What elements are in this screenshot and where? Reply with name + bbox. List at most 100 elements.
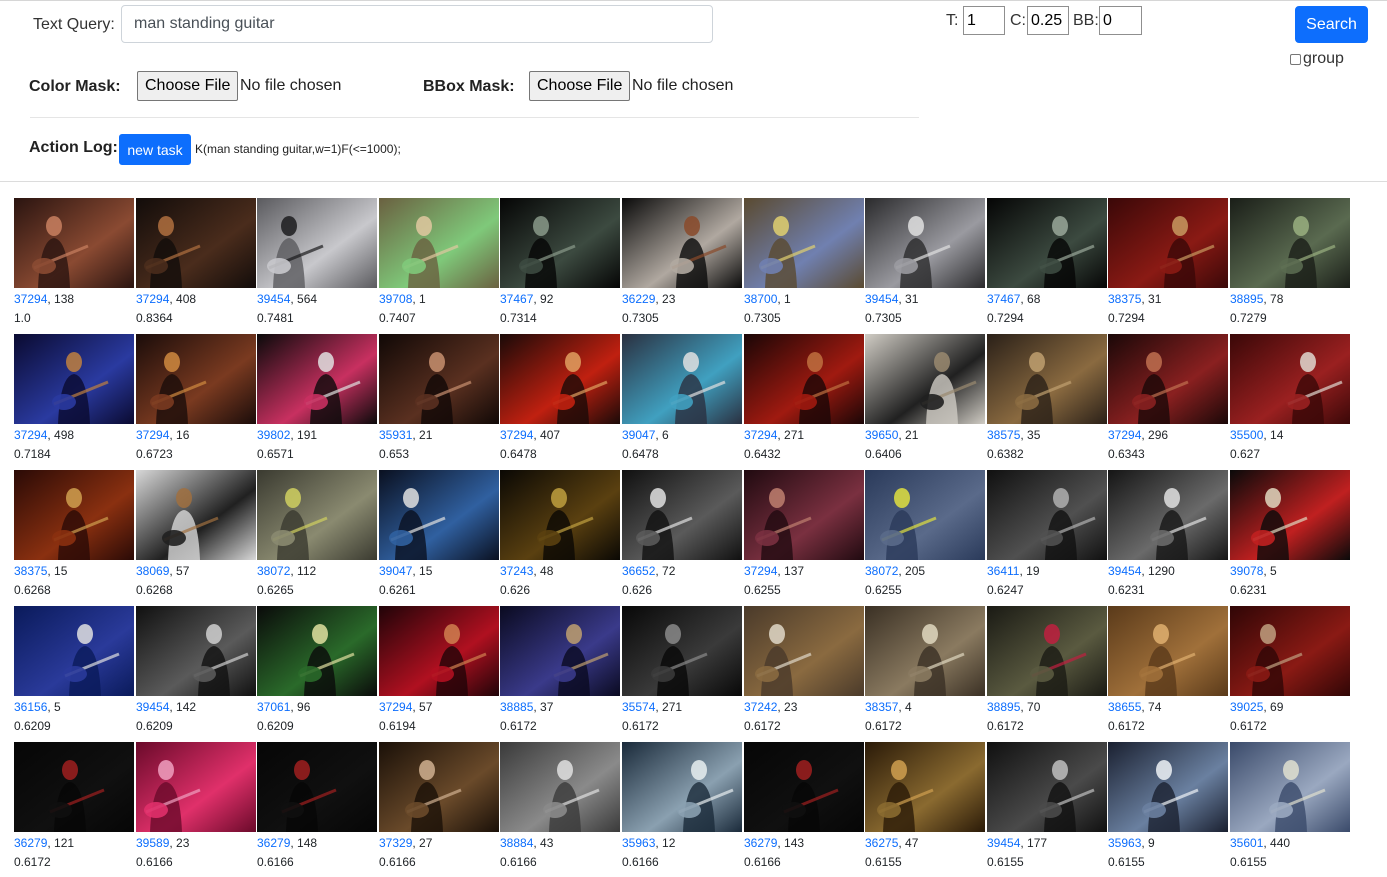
result-tile[interactable]: 38375, 15 0.6268 <box>14 470 134 600</box>
result-tile[interactable]: 37294, 137 0.6255 <box>744 470 864 600</box>
video-id-link[interactable]: 37294 <box>1108 428 1141 442</box>
result-tile[interactable]: 39708, 1 0.7407 <box>379 198 499 328</box>
result-tile[interactable]: 37294, 57 0.6194 <box>379 606 499 736</box>
result-tile[interactable]: 35963, 9 0.6155 <box>1108 742 1228 872</box>
param-t-input[interactable] <box>963 6 1005 35</box>
result-tile[interactable]: 36411, 19 0.6247 <box>987 470 1107 600</box>
result-thumbnail[interactable] <box>136 198 256 288</box>
result-thumbnail[interactable] <box>379 742 499 832</box>
result-tile[interactable]: 37242, 23 0.6172 <box>744 606 864 736</box>
result-tile[interactable]: 37467, 92 0.7314 <box>500 198 620 328</box>
result-thumbnail[interactable] <box>14 470 134 560</box>
result-tile[interactable]: 36279, 121 0.6172 <box>14 742 134 872</box>
result-tile[interactable]: 35574, 271 0.6172 <box>622 606 742 736</box>
result-tile[interactable]: 39454, 1290 0.6231 <box>1108 470 1228 600</box>
result-thumbnail[interactable] <box>1108 334 1228 424</box>
result-tile[interactable]: 37294, 138 1.0 <box>14 198 134 328</box>
result-thumbnail[interactable] <box>865 334 985 424</box>
video-id-link[interactable]: 38885 <box>500 700 533 714</box>
result-tile[interactable]: 39454, 142 0.6209 <box>136 606 256 736</box>
result-tile[interactable]: 38895, 70 0.6172 <box>987 606 1107 736</box>
result-tile[interactable]: 39025, 69 0.6172 <box>1230 606 1350 736</box>
result-tile[interactable]: 38357, 4 0.6172 <box>865 606 985 736</box>
result-thumbnail[interactable] <box>379 198 499 288</box>
video-id-link[interactable]: 37294 <box>136 428 169 442</box>
result-tile[interactable]: 36156, 5 0.6209 <box>14 606 134 736</box>
result-thumbnail[interactable] <box>500 606 620 696</box>
search-button[interactable]: Search <box>1295 6 1368 43</box>
result-tile[interactable]: 39589, 23 0.6166 <box>136 742 256 872</box>
result-tile[interactable]: 38885, 37 0.6172 <box>500 606 620 736</box>
video-id-link[interactable]: 35500 <box>1230 428 1263 442</box>
video-id-link[interactable]: 37294 <box>379 700 412 714</box>
video-id-link[interactable]: 39047 <box>622 428 655 442</box>
video-id-link[interactable]: 38895 <box>987 700 1020 714</box>
video-id-link[interactable]: 36156 <box>14 700 47 714</box>
video-id-link[interactable]: 38375 <box>1108 292 1141 306</box>
bbox-mask-choose-file-button[interactable]: Choose File <box>529 71 631 101</box>
result-tile[interactable]: 36279, 148 0.6166 <box>257 742 377 872</box>
video-id-link[interactable]: 37329 <box>379 836 412 850</box>
result-thumbnail[interactable] <box>257 606 377 696</box>
result-thumbnail[interactable] <box>379 606 499 696</box>
result-tile[interactable]: 38072, 205 0.6255 <box>865 470 985 600</box>
video-id-link[interactable]: 37294 <box>14 292 47 306</box>
result-tile[interactable]: 37467, 68 0.7294 <box>987 198 1107 328</box>
result-tile[interactable]: 39454, 31 0.7305 <box>865 198 985 328</box>
result-thumbnail[interactable] <box>14 334 134 424</box>
video-id-link[interactable]: 39454 <box>865 292 898 306</box>
result-thumbnail[interactable] <box>500 334 620 424</box>
result-thumbnail[interactable] <box>257 334 377 424</box>
video-id-link[interactable]: 39454 <box>1108 564 1141 578</box>
result-thumbnail[interactable] <box>987 198 1107 288</box>
result-thumbnail[interactable] <box>622 198 742 288</box>
video-id-link[interactable]: 38072 <box>257 564 290 578</box>
result-tile[interactable]: 37294, 498 0.7184 <box>14 334 134 464</box>
video-id-link[interactable]: 37294 <box>14 428 47 442</box>
result-thumbnail[interactable] <box>865 606 985 696</box>
video-id-link[interactable]: 38700 <box>744 292 777 306</box>
result-tile[interactable]: 36652, 72 0.626 <box>622 470 742 600</box>
video-id-link[interactable]: 39047 <box>379 564 412 578</box>
result-tile[interactable]: 38069, 57 0.6268 <box>136 470 256 600</box>
result-thumbnail[interactable] <box>257 198 377 288</box>
result-tile[interactable]: 37061, 96 0.6209 <box>257 606 377 736</box>
result-thumbnail[interactable] <box>14 742 134 832</box>
result-thumbnail[interactable] <box>500 742 620 832</box>
result-tile[interactable]: 39454, 564 0.7481 <box>257 198 377 328</box>
result-thumbnail[interactable] <box>865 470 985 560</box>
result-thumbnail[interactable] <box>1108 742 1228 832</box>
result-thumbnail[interactable] <box>622 742 742 832</box>
result-tile[interactable]: 39650, 21 0.6406 <box>865 334 985 464</box>
video-id-link[interactable]: 38072 <box>865 564 898 578</box>
video-id-link[interactable]: 39708 <box>379 292 412 306</box>
result-tile[interactable]: 37294, 296 0.6343 <box>1108 334 1228 464</box>
result-thumbnail[interactable] <box>1108 470 1228 560</box>
result-thumbnail[interactable] <box>379 334 499 424</box>
result-thumbnail[interactable] <box>500 198 620 288</box>
video-id-link[interactable]: 37061 <box>257 700 290 714</box>
video-id-link[interactable]: 39650 <box>865 428 898 442</box>
result-tile[interactable]: 36229, 23 0.7305 <box>622 198 742 328</box>
video-id-link[interactable]: 36652 <box>622 564 655 578</box>
result-thumbnail[interactable] <box>622 470 742 560</box>
result-tile[interactable]: 38895, 78 0.7279 <box>1230 198 1350 328</box>
video-id-link[interactable]: 38655 <box>1108 700 1141 714</box>
result-tile[interactable]: 39802, 191 0.6571 <box>257 334 377 464</box>
result-tile[interactable]: 35963, 12 0.6166 <box>622 742 742 872</box>
result-tile[interactable]: 37243, 48 0.626 <box>500 470 620 600</box>
video-id-link[interactable]: 39802 <box>257 428 290 442</box>
result-tile[interactable]: 39078, 5 0.6231 <box>1230 470 1350 600</box>
video-id-link[interactable]: 36279 <box>14 836 47 850</box>
video-id-link[interactable]: 39454 <box>136 700 169 714</box>
result-tile[interactable]: 37294, 408 0.8364 <box>136 198 256 328</box>
group-checkbox[interactable] <box>1290 53 1301 65</box>
result-thumbnail[interactable] <box>379 470 499 560</box>
result-tile[interactable]: 36279, 143 0.6166 <box>744 742 864 872</box>
video-id-link[interactable]: 35574 <box>622 700 655 714</box>
video-id-link[interactable]: 37467 <box>500 292 533 306</box>
video-id-link[interactable]: 37242 <box>744 700 777 714</box>
result-thumbnail[interactable] <box>14 198 134 288</box>
result-thumbnail[interactable] <box>744 198 864 288</box>
color-mask-choose-file-button[interactable]: Choose File <box>137 71 239 101</box>
